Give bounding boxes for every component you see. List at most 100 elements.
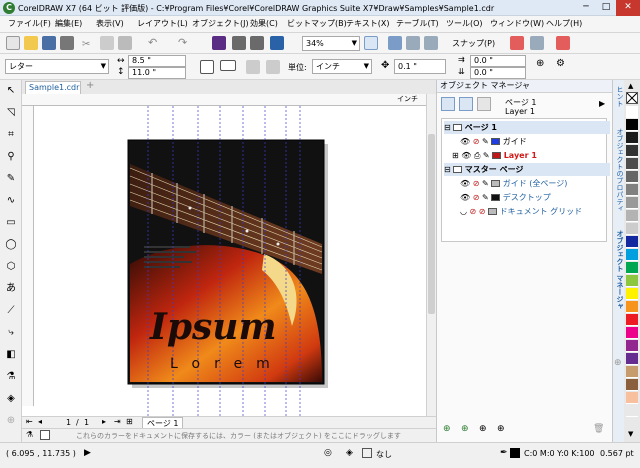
layer-manager-view-icon[interactable] (477, 97, 491, 111)
undo-icon[interactable]: ↶ (148, 36, 157, 49)
page-width-input[interactable]: 8.5 " (128, 55, 186, 67)
shadow-tool-icon[interactable]: ◧ (4, 348, 18, 362)
polygon-tool-icon[interactable]: ⬡ (4, 260, 18, 274)
palette-swatch[interactable] (626, 288, 638, 300)
no-color-swatch[interactable] (40, 430, 50, 440)
no-color-swatch[interactable] (626, 92, 638, 104)
portrait-icon[interactable] (200, 60, 214, 74)
new-master-layer-even-icon[interactable]: ⊕ (497, 424, 505, 434)
palette-swatch[interactable] (626, 262, 638, 274)
paste-icon[interactable] (118, 36, 132, 50)
drawing-canvas[interactable]: Ipsum Lorem (22, 94, 436, 416)
palette-swatch[interactable] (626, 314, 638, 326)
welcome-screen-icon[interactable] (556, 36, 570, 50)
menu-file[interactable]: ファイル(F) (8, 18, 51, 29)
print-disabled-icon[interactable]: ⊘ (473, 193, 480, 202)
nudge-distance-input[interactable]: 0.1 " (394, 59, 446, 74)
add-tool-icon[interactable]: ⊕ (4, 414, 18, 428)
open-folder-icon[interactable] (24, 36, 38, 50)
edit-pencil-icon[interactable]: ✎ (483, 151, 490, 160)
paper-size-select[interactable]: レター ▼ (5, 59, 109, 74)
import-icon[interactable] (232, 36, 246, 50)
add-icon[interactable]: ⊕ (536, 58, 544, 69)
prev-page-icon[interactable]: ◂ (38, 417, 42, 426)
tree-desktop[interactable]: 👁 ⊘ ✎ デスクトップ (460, 191, 626, 204)
tab-sample1[interactable]: Sample1.cdr (25, 81, 81, 94)
zoom-combo[interactable]: 34% ▼ (302, 36, 360, 51)
pick-tool-icon[interactable]: ↖ (4, 84, 18, 98)
tree-layer-1[interactable]: ⊞ 👁 ⎙ ✎ Layer 1 (452, 149, 618, 162)
edit-across-layers-icon[interactable] (459, 97, 473, 111)
rectangle-tool-icon[interactable]: ▭ (4, 216, 18, 230)
palette-swatch[interactable] (626, 106, 638, 118)
palette-swatch[interactable] (626, 405, 638, 417)
palette-swatch[interactable] (626, 275, 638, 287)
horizontal-ruler[interactable]: インチ (22, 94, 426, 106)
add-docker-icon[interactable]: ⊕ (614, 358, 622, 368)
save-icon[interactable] (42, 36, 56, 50)
freehand-tool-icon[interactable]: ✎ (4, 172, 18, 186)
menu-tools[interactable]: ツール(O) (446, 18, 483, 29)
edit-pencil-icon[interactable]: ✎ (482, 193, 489, 202)
menu-effects[interactable]: 効果(C) (250, 18, 278, 29)
palette-swatch[interactable] (626, 353, 638, 365)
snap-to-menu[interactable]: スナップ(P) (452, 38, 495, 49)
palette-swatch[interactable] (626, 327, 638, 339)
text-tool-icon[interactable]: あ (4, 282, 18, 296)
print-disabled-icon[interactable]: ⊘ (473, 137, 480, 146)
full-screen-icon[interactable] (364, 36, 378, 50)
all-pages-icon[interactable] (246, 60, 260, 74)
edit-pencil-icon[interactable]: ✎ (482, 179, 489, 188)
palette-swatch[interactable] (626, 145, 638, 157)
eye-icon[interactable]: 👁 (460, 193, 470, 202)
shape-tool-icon[interactable]: ◹ (4, 106, 18, 120)
scrollbar-thumb[interactable] (428, 134, 435, 314)
edit-disabled-icon[interactable]: ⊘ (479, 207, 486, 216)
palette-swatch[interactable] (626, 184, 638, 196)
export-icon[interactable] (250, 36, 264, 50)
palette-swatch[interactable] (626, 340, 638, 352)
palette-swatch[interactable] (626, 392, 638, 404)
crop-tool-icon[interactable]: ⌗ (4, 128, 18, 142)
palette-swatch[interactable] (626, 236, 638, 248)
show-grid-icon[interactable] (406, 36, 420, 50)
eyedropper-tool-icon[interactable]: ⚗ (4, 370, 18, 384)
page-height-input[interactable]: 11.0 " (128, 67, 186, 79)
print-disabled-icon[interactable]: ⊘ (470, 207, 477, 216)
menu-bitmaps[interactable]: ビットマップ(B) (287, 18, 347, 29)
zoom-tool-icon[interactable]: ⚲ (4, 150, 18, 164)
print-icon[interactable]: ⎙ (474, 151, 480, 160)
vertical-scrollbar[interactable] (426, 94, 436, 416)
palette-swatch[interactable] (626, 249, 638, 261)
publish-pdf-icon[interactable] (270, 36, 284, 50)
menu-view[interactable]: 表示(V) (96, 18, 124, 29)
search-content-icon[interactable] (212, 36, 226, 50)
new-master-layer-odd-icon[interactable]: ⊕ (479, 424, 487, 434)
fill-tool-icon[interactable]: ◈ (4, 392, 18, 406)
palette-scroll-down-icon[interactable]: ▼ (628, 430, 633, 438)
eyedropper-icon[interactable]: ⚗ (26, 430, 33, 439)
menu-help[interactable]: ヘルプ(H) (546, 18, 582, 29)
last-page-icon[interactable]: ⇥ (114, 417, 121, 426)
play-icon[interactable]: ▶ (84, 448, 91, 458)
application-launcher-icon[interactable] (530, 36, 544, 50)
eye-icon[interactable]: 👁 (460, 179, 470, 188)
tree-document-grid[interactable]: ◡ ⊘ ⊘ ドキュメント グリッド (460, 205, 626, 218)
duplicate-x-input[interactable]: 0.0 " (470, 55, 526, 67)
print-icon[interactable] (60, 36, 74, 50)
docker-menu-arrow-icon[interactable]: ▶ (599, 99, 605, 108)
cut-icon[interactable]: ✂ (82, 39, 90, 50)
palette-swatch[interactable] (626, 132, 638, 144)
print-disabled-icon[interactable]: ⊘ (473, 179, 480, 188)
units-select[interactable]: インチ ▼ (312, 59, 372, 74)
ellipse-tool-icon[interactable]: ◯ (4, 238, 18, 252)
current-page-icon[interactable] (266, 60, 280, 74)
menu-text[interactable]: テキスト(X) (346, 18, 389, 29)
tree-page-1[interactable]: ⊟ ページ 1 (444, 121, 610, 134)
menu-table[interactable]: テーブル(T) (396, 18, 439, 29)
options-icon[interactable] (510, 36, 524, 50)
options-icon[interactable]: ⚙ (556, 58, 565, 69)
connector-tool-icon[interactable]: ⤷ (4, 326, 18, 340)
palette-swatch[interactable] (626, 379, 638, 391)
palette-swatch[interactable] (626, 119, 638, 131)
